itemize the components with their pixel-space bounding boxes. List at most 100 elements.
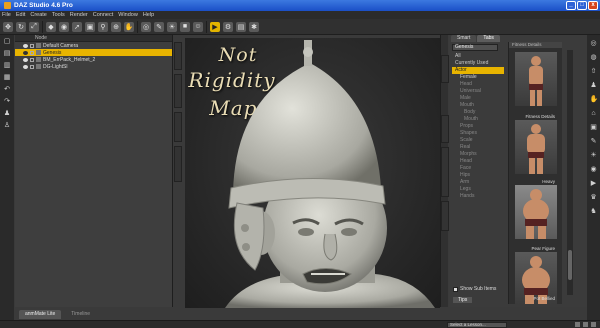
scene-node-default-camera[interactable]: Default Camera: [15, 42, 172, 49]
product-thumb-fitness-details-2[interactable]: Fitness Details: [515, 114, 557, 174]
camera-view-icon[interactable]: ▤: [236, 21, 246, 32]
tree-item[interactable]: Head: [452, 81, 504, 88]
rotate-icon[interactable]: ↻: [16, 21, 26, 32]
tree-item[interactable]: Hands: [452, 193, 504, 200]
globe-icon[interactable]: ◍: [590, 54, 598, 62]
side-tab-content[interactable]: [441, 55, 449, 83]
poser-icon[interactable]: ☺: [193, 21, 203, 32]
tree-item[interactable]: Actor: [452, 67, 504, 74]
tree-item[interactable]: Legs: [452, 186, 504, 193]
target-icon[interactable]: ◎: [590, 40, 598, 48]
product-thumb-pot-bellied[interactable]: Pot Bellied: [515, 296, 557, 302]
spot-render-icon[interactable]: ◎: [141, 21, 151, 32]
merge-icon[interactable]: ▦: [3, 74, 11, 82]
menu-create[interactable]: Create: [30, 12, 47, 18]
side-tab-tools[interactable]: [441, 201, 449, 231]
tree-item[interactable]: Real: [452, 144, 504, 151]
help-icon[interactable]: [575, 322, 580, 327]
scene-node-helmet[interactable]: BM_ErrPack_Helmet_2: [15, 56, 172, 63]
product-thumb-fitness-details[interactable]: [515, 52, 557, 106]
menu-window[interactable]: Window: [118, 12, 138, 18]
maximize-button[interactable]: □: [577, 1, 587, 10]
menu-edit[interactable]: Edit: [16, 12, 25, 18]
menu-connect[interactable]: Connect: [93, 12, 114, 18]
tree-item[interactable]: Arm: [452, 179, 504, 186]
figure-alt-icon[interactable]: ♙: [3, 122, 11, 130]
tree-item[interactable]: Face: [452, 165, 504, 172]
lock-icon[interactable]: [30, 57, 34, 62]
surface-icon[interactable]: ▣: [85, 21, 95, 32]
render-icon[interactable]: ▶: [590, 180, 598, 188]
light-icon[interactable]: ☀: [590, 152, 598, 160]
node-icon[interactable]: ◆: [46, 21, 56, 32]
tree-item[interactable]: Head: [452, 158, 504, 165]
minimize-button[interactable]: _: [566, 1, 576, 10]
visibility-icon[interactable]: [23, 64, 28, 69]
side-tab-smart-content[interactable]: [441, 147, 449, 197]
tree-item[interactable]: Hips: [452, 172, 504, 179]
visibility-icon[interactable]: [23, 50, 28, 55]
shader-icon[interactable]: ✎: [154, 21, 164, 32]
viewport[interactable]: Not Rigidity Map.: [185, 38, 440, 308]
hat-icon[interactable]: ♛: [590, 194, 598, 202]
info-icon[interactable]: [583, 322, 588, 327]
tab-smart[interactable]: Smart: [451, 35, 477, 42]
select-icon[interactable]: ➚: [72, 21, 82, 32]
scene-node-light[interactable]: DG-LightSl: [15, 63, 172, 70]
cube-icon[interactable]: ■: [180, 21, 190, 32]
menu-file[interactable]: File: [2, 12, 11, 18]
tab-tips[interactable]: Tips: [453, 297, 473, 303]
figure-icon[interactable]: ♟: [590, 82, 598, 90]
boot-icon[interactable]: ♞: [590, 208, 598, 216]
tree-item[interactable]: All: [452, 53, 504, 60]
open-icon[interactable]: ▤: [3, 50, 11, 58]
tab-timeline[interactable]: Timeline: [65, 310, 97, 319]
tree-item[interactable]: Mouth: [452, 102, 504, 109]
figure-filter-dropdown[interactable]: Genesis: [452, 44, 498, 51]
side-tab-parameters[interactable]: [174, 74, 182, 108]
side-tab-posing[interactable]: [441, 115, 449, 143]
menu-render[interactable]: Render: [70, 12, 88, 18]
render-icon[interactable]: ▶: [210, 21, 220, 32]
lesson-select[interactable]: Select a Lesson...: [447, 322, 507, 328]
redo-icon[interactable]: ↷: [3, 98, 11, 106]
tree-item[interactable]: Universal: [452, 88, 504, 95]
tab-tabs[interactable]: Tabs: [477, 35, 500, 42]
menu-tools[interactable]: Tools: [52, 12, 65, 18]
tree-item[interactable]: Morphs: [452, 151, 504, 158]
tree-item[interactable]: Mouth: [452, 116, 504, 123]
settings-icon[interactable]: [591, 322, 596, 327]
lock-icon[interactable]: [30, 64, 34, 69]
lock-icon[interactable]: [30, 43, 34, 48]
tree-item[interactable]: Female: [452, 74, 504, 81]
tree-item[interactable]: Male: [452, 95, 504, 102]
side-tab-surfaces[interactable]: [174, 112, 182, 142]
joint-icon[interactable]: ⚲: [98, 21, 108, 32]
arrow-up-icon[interactable]: ⇧: [590, 68, 598, 76]
scale-icon[interactable]: ⤢: [29, 21, 39, 32]
figure-icon[interactable]: ♟: [3, 110, 11, 118]
tree-item[interactable]: Scale: [452, 137, 504, 144]
light-icon[interactable]: ☀: [167, 21, 177, 32]
close-button[interactable]: x: [588, 1, 598, 10]
library-scrollbar[interactable]: [567, 50, 573, 295]
show-sub-items-toggle[interactable]: Show Sub Items: [453, 286, 496, 292]
visibility-icon[interactable]: [23, 43, 28, 48]
camera-icon[interactable]: ◉: [590, 166, 598, 174]
scene-node-genesis[interactable]: Genesis: [15, 49, 172, 56]
undo-icon[interactable]: ↶: [3, 86, 11, 94]
lock-icon[interactable]: [30, 50, 34, 55]
render-settings-icon[interactable]: ⚙: [223, 21, 233, 32]
pan-icon[interactable]: ✋: [124, 21, 134, 32]
brush-icon[interactable]: ✎: [590, 138, 598, 146]
scrollbar-grip[interactable]: [568, 250, 572, 280]
product-thumb-heavy[interactable]: Heavy 1.00: [515, 179, 557, 239]
hanger-icon[interactable]: ⌂: [590, 110, 598, 118]
hand-icon[interactable]: ✋: [590, 96, 599, 104]
tree-item[interactable]: Shapes: [452, 130, 504, 137]
move-icon[interactable]: ✥: [3, 21, 13, 32]
tree-item[interactable]: Body: [452, 109, 504, 116]
show-sub-items-checkbox[interactable]: [453, 286, 458, 292]
tab-animate-lite[interactable]: anmMate Lite: [19, 310, 62, 319]
tree-item[interactable]: Currently Used: [452, 60, 504, 67]
